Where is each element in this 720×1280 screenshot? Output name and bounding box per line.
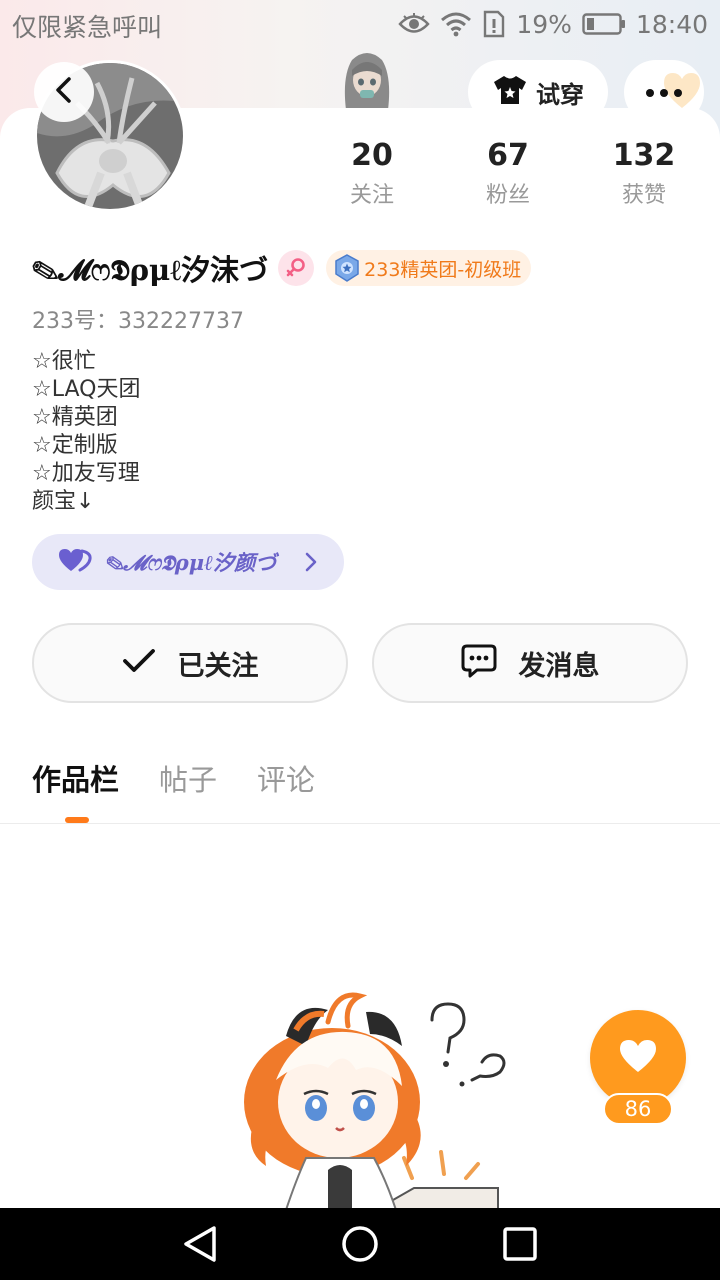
- tshirt-icon: [492, 74, 528, 110]
- likes-label: 获赞: [621, 183, 666, 208]
- user-id: 233号：332227737: [32, 309, 244, 334]
- bio-line: ☆定制版: [32, 433, 118, 458]
- tab-divider: [0, 823, 720, 824]
- following-count: 20: [351, 138, 393, 173]
- bio-line: ☆精英团: [32, 405, 118, 430]
- followers-label: 粉丝: [485, 183, 530, 208]
- chevron-left-icon: [52, 76, 76, 108]
- name-row: ✎𝓜ෆ𝕯ρμℓ汐沫づ 233精英团-初级班: [32, 248, 532, 288]
- circle-home-icon: [342, 1226, 378, 1262]
- linked-partner-name: ✎𝓜ෆ𝕯ρμℓ汐颜づ: [104, 550, 277, 575]
- sim-alert-icon: [482, 10, 506, 38]
- stat-following[interactable]: 20 关注: [312, 138, 432, 210]
- carrier-text: 仅限紧急呼叫: [12, 13, 163, 42]
- send-message-label: 发消息: [518, 650, 600, 682]
- heart-icon: [618, 1038, 658, 1078]
- send-message-button[interactable]: 发消息: [372, 623, 688, 703]
- stat-likes[interactable]: 132 获赞: [584, 138, 704, 210]
- linked-partner-pill[interactable]: ✎𝓜ෆ𝕯ρμℓ汐颜づ: [32, 534, 344, 590]
- clock: 18:40: [635, 9, 708, 39]
- chevron-right-icon: [304, 550, 318, 578]
- following-button-label: 已关注: [177, 650, 259, 682]
- wifi-icon: [440, 11, 472, 37]
- group-badge-label: 233精英团-初级班: [364, 258, 522, 281]
- stat-followers[interactable]: 67 粉丝: [448, 138, 568, 210]
- triangle-back-icon: [184, 1226, 216, 1262]
- tryon-label: 试穿: [536, 80, 584, 109]
- following-button[interactable]: 已关注: [32, 623, 348, 703]
- battery-icon: [582, 12, 626, 36]
- female-icon: [286, 258, 305, 277]
- eye-icon: [398, 13, 431, 35]
- empty-state-illustration: [236, 990, 516, 1211]
- square-recents-icon: [503, 1227, 537, 1261]
- tab-comments[interactable]: 评论: [257, 758, 315, 804]
- profile-tabs: 作品栏 帖子 评论: [32, 758, 315, 804]
- double-heart-icon: [58, 547, 92, 577]
- more-button[interactable]: [624, 60, 704, 124]
- group-medal-icon: [335, 254, 359, 282]
- nav-home-button[interactable]: [340, 1224, 380, 1264]
- like-button[interactable]: [590, 1010, 686, 1106]
- status-bar: 仅限紧急呼叫 19% 18:40: [0, 0, 720, 48]
- nav-back-button[interactable]: [180, 1224, 220, 1264]
- followers-count: 67: [487, 138, 529, 173]
- tab-works[interactable]: 作品栏: [32, 758, 119, 804]
- likes-count: 132: [612, 138, 676, 173]
- tryon-button[interactable]: 试穿: [468, 60, 608, 124]
- battery-percent: 19%: [516, 9, 572, 39]
- tab-posts[interactable]: 帖子: [159, 758, 217, 804]
- username: ✎𝓜ෆ𝕯ρμℓ汐沫づ: [32, 253, 269, 287]
- character-avatar-figure: [338, 46, 396, 110]
- group-badge[interactable]: 233精英团-初级班: [326, 250, 532, 286]
- status-icons: 19% 18:40: [398, 6, 708, 42]
- gender-badge: [278, 250, 315, 286]
- following-label: 关注: [349, 183, 394, 208]
- checkmark-icon: [122, 648, 156, 678]
- nav-recents-button[interactable]: [500, 1224, 540, 1264]
- like-count: 86: [603, 1093, 673, 1125]
- system-navigation-bar: [0, 1208, 720, 1280]
- bio-line: ☆LAQ天团: [32, 377, 141, 402]
- bio-line: ☆加友写理: [32, 461, 140, 486]
- chat-bubble-icon: [461, 644, 497, 682]
- bio-line: ☆很忙: [32, 349, 96, 374]
- bio-line: 颜宝↓: [32, 489, 95, 514]
- back-button[interactable]: [34, 62, 94, 122]
- bio: ☆很忙 ☆LAQ天团 ☆精英团 ☆定制版 ☆加友写理 颜宝↓: [32, 348, 140, 516]
- ellipsis-icon: [644, 83, 684, 102]
